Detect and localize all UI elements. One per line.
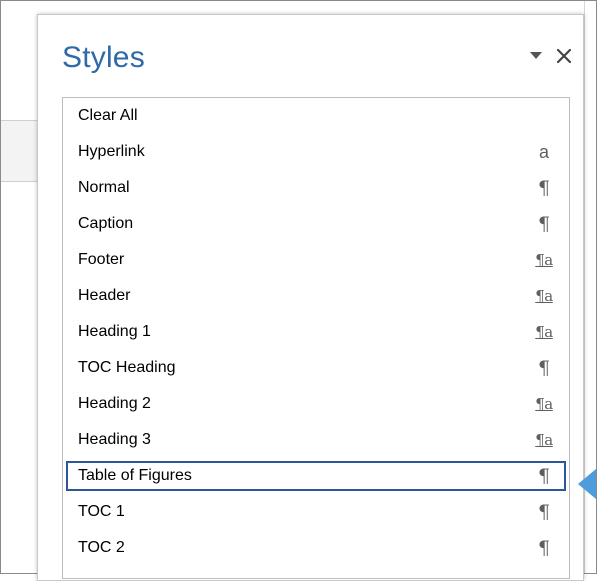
pane-title: Styles xyxy=(62,41,145,74)
style-item-toc-2[interactable]: TOC 2 ¶ xyxy=(66,533,566,563)
styles-pane: Styles Clear All Hyperlink a Normal ¶ Caption… xyxy=(37,14,584,581)
style-name: Table of Figures xyxy=(78,467,192,484)
style-name: Footer xyxy=(78,251,125,268)
linked-style-icon: ¶a xyxy=(535,251,553,269)
ribbon-area xyxy=(1,121,37,181)
dropdown-triangle-icon xyxy=(530,52,542,59)
style-item-hyperlink[interactable]: Hyperlink a xyxy=(66,137,566,167)
style-name: TOC 2 xyxy=(78,539,125,556)
style-name: Heading 3 xyxy=(78,431,151,448)
paragraph-style-icon: ¶ xyxy=(537,465,551,487)
style-item-caption[interactable]: Caption ¶ xyxy=(66,209,566,239)
style-name: Heading 2 xyxy=(78,395,151,412)
paragraph-style-icon: ¶ xyxy=(537,501,551,523)
paragraph-style-icon: ¶ xyxy=(537,537,551,559)
paragraph-style-icon: ¶ xyxy=(537,357,551,379)
paragraph-style-icon: ¶ xyxy=(537,177,551,199)
style-item-heading-3[interactable]: Heading 3 ¶a xyxy=(66,425,566,455)
style-item-header[interactable]: Header ¶a xyxy=(66,281,566,311)
style-name: Heading 1 xyxy=(78,323,151,340)
style-list[interactable]: Clear All Hyperlink a Normal ¶ Caption ¶ Footer… xyxy=(62,97,570,579)
style-name: Header xyxy=(78,287,131,304)
style-name: TOC Heading xyxy=(78,359,176,376)
linked-style-icon: ¶a xyxy=(535,395,553,413)
style-item-clear-all[interactable]: Clear All xyxy=(66,101,566,131)
close-pane-button[interactable] xyxy=(555,45,573,67)
style-item-normal[interactable]: Normal ¶ xyxy=(66,173,566,203)
style-item-toc-heading[interactable]: TOC Heading ¶ xyxy=(66,353,566,383)
linked-style-icon: ¶a xyxy=(535,287,553,305)
close-icon xyxy=(557,49,571,63)
pane-controls xyxy=(527,45,573,67)
style-item-toc-1[interactable]: TOC 1 ¶ xyxy=(66,497,566,527)
style-item-footer[interactable]: Footer ¶a xyxy=(66,245,566,275)
character-style-icon: a xyxy=(538,141,549,162)
pane-options-button[interactable] xyxy=(527,45,545,67)
ribbon-divider xyxy=(1,120,37,121)
style-name: Caption xyxy=(78,215,134,232)
style-item-table-of-figures[interactable]: Table of Figures ¶ xyxy=(66,461,566,491)
style-name: Hyperlink xyxy=(78,143,145,160)
linked-style-icon: ¶a xyxy=(535,431,553,449)
style-name: Clear All xyxy=(78,107,138,124)
ribbon-divider xyxy=(1,181,37,182)
style-item-heading-1[interactable]: Heading 1 ¶a xyxy=(66,317,566,347)
paragraph-style-icon: ¶ xyxy=(537,213,551,235)
style-item-heading-2[interactable]: Heading 2 ¶a xyxy=(66,389,566,419)
style-name: Normal xyxy=(78,179,130,196)
linked-style-icon: ¶a xyxy=(535,323,553,341)
pointer-arrow-icon xyxy=(578,469,596,499)
style-name: TOC 1 xyxy=(78,503,125,520)
